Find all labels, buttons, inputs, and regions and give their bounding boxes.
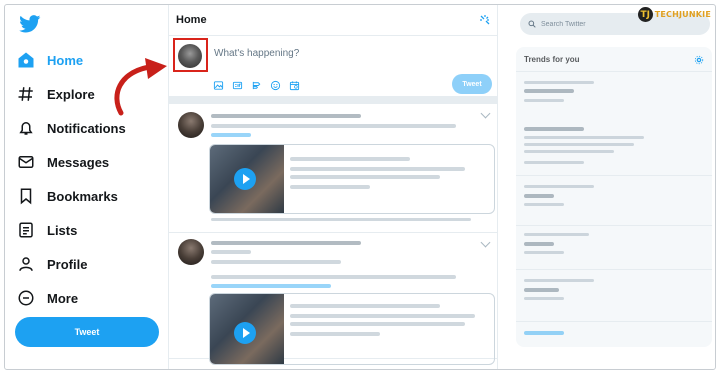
link-card[interactable] bbox=[209, 293, 495, 365]
sidebar-item-label: Home bbox=[47, 52, 84, 68]
tweet-text-line bbox=[211, 284, 331, 288]
trend-item[interactable] bbox=[516, 229, 712, 271]
show-more-link[interactable] bbox=[524, 331, 564, 335]
trend-item[interactable] bbox=[516, 73, 712, 115]
link-card[interactable] bbox=[209, 144, 495, 214]
compose-input[interactable]: What's happening? bbox=[214, 48, 299, 59]
techjunkie-logo: TJ TECHJUNKIE bbox=[637, 7, 711, 22]
chevron-down-icon[interactable] bbox=[480, 108, 491, 119]
divider bbox=[516, 269, 712, 270]
link-card-image bbox=[210, 294, 284, 364]
sidebar-item-home[interactable]: Home bbox=[17, 47, 83, 73]
more-icon bbox=[18, 290, 34, 306]
card-url-line bbox=[290, 332, 380, 336]
page-title: Home bbox=[176, 14, 207, 26]
divider bbox=[516, 71, 712, 72]
schedule-icon[interactable] bbox=[289, 80, 300, 91]
tweet-author-line bbox=[211, 241, 361, 245]
list-icon bbox=[19, 222, 33, 238]
play-icon[interactable] bbox=[234, 322, 256, 344]
poll-icon[interactable] bbox=[251, 80, 262, 91]
hashtag-icon bbox=[18, 87, 33, 101]
tweet-text-line bbox=[211, 124, 456, 128]
home-icon bbox=[18, 52, 34, 68]
tweet-text-line bbox=[211, 250, 251, 254]
logo-badge: TJ bbox=[637, 7, 653, 22]
trend-item[interactable] bbox=[516, 181, 712, 223]
search-icon bbox=[528, 20, 536, 28]
sidebar-item-label: More bbox=[47, 290, 79, 306]
user-icon bbox=[19, 257, 33, 271]
tweet-author-line bbox=[211, 114, 361, 118]
card-text-line bbox=[290, 314, 475, 318]
bell-icon bbox=[19, 122, 33, 135]
trends-title: Trends for you bbox=[524, 55, 580, 64]
sidebar-item-lists[interactable]: Lists bbox=[17, 217, 77, 243]
compose-box: What's happening? Tweet bbox=[169, 36, 497, 104]
tweet-item[interactable] bbox=[169, 233, 497, 365]
sidebar-item-notifications[interactable]: Notifications bbox=[17, 115, 126, 141]
sidebar-item-more[interactable]: More bbox=[17, 285, 78, 311]
sidebar-item-label: Explore bbox=[47, 86, 95, 102]
gear-icon[interactable] bbox=[694, 55, 704, 65]
logo-text: TECHJUNKIE bbox=[654, 10, 711, 19]
sidebar-item-label: Lists bbox=[47, 222, 78, 238]
avatar[interactable] bbox=[178, 112, 204, 138]
card-title-line bbox=[290, 157, 410, 161]
card-text-line bbox=[290, 167, 465, 171]
tweet-text-line bbox=[211, 275, 456, 279]
divider bbox=[516, 175, 712, 176]
sidebar-item-label: Profile bbox=[47, 256, 88, 272]
tweet-text-line bbox=[211, 133, 251, 137]
trends-panel: Trends for you bbox=[516, 47, 712, 347]
search-placeholder: Search Twitter bbox=[541, 20, 586, 28]
timeline-header: Home bbox=[169, 5, 497, 36]
emoji-icon[interactable] bbox=[270, 80, 281, 91]
avatar[interactable] bbox=[178, 239, 204, 265]
screenshot-frame: Home Explore Notifications Messages Book… bbox=[4, 4, 716, 370]
image-icon[interactable] bbox=[213, 80, 224, 91]
tweet-item[interactable] bbox=[169, 104, 497, 233]
right-sidebar: Search Twitter Trends for you bbox=[514, 5, 715, 369]
tweet-text-line bbox=[211, 260, 341, 264]
bookmark-icon bbox=[20, 188, 32, 205]
sidebar-item-messages[interactable]: Messages bbox=[17, 149, 109, 175]
card-text-line bbox=[290, 322, 465, 326]
card-title-line bbox=[290, 304, 440, 308]
sidebar-nav: Home Explore Notifications Messages Book… bbox=[5, 5, 167, 369]
divider bbox=[516, 225, 712, 226]
annotation-arrow-icon bbox=[114, 58, 167, 116]
compose-toolbar bbox=[213, 80, 300, 91]
main-timeline: Home What's happening? Tweet bbox=[168, 5, 498, 369]
mail-icon bbox=[18, 156, 34, 168]
sidebar-item-bookmarks[interactable]: Bookmarks bbox=[17, 183, 118, 209]
sparkle-icon[interactable] bbox=[479, 14, 491, 26]
play-icon[interactable] bbox=[234, 168, 256, 190]
tweet-actions-row bbox=[211, 218, 471, 221]
card-text-line bbox=[290, 175, 440, 179]
trend-item[interactable] bbox=[516, 123, 712, 179]
card-url-line bbox=[290, 185, 370, 189]
avatar-highlight-box bbox=[173, 38, 208, 72]
divider bbox=[516, 321, 712, 322]
compose-tweet-button[interactable]: Tweet bbox=[452, 74, 492, 94]
link-card-image bbox=[210, 145, 284, 213]
sidebar-item-profile[interactable]: Profile bbox=[17, 251, 87, 277]
twitter-bird-icon[interactable] bbox=[19, 15, 41, 33]
trend-item[interactable] bbox=[516, 273, 712, 315]
sidebar-item-label: Bookmarks bbox=[47, 188, 118, 204]
sidebar-item-label: Notifications bbox=[47, 120, 126, 136]
chevron-down-icon[interactable] bbox=[480, 237, 491, 248]
sidebar-item-explore[interactable]: Explore bbox=[17, 81, 95, 107]
gif-icon[interactable] bbox=[232, 80, 243, 91]
sidebar-item-label: Messages bbox=[47, 154, 110, 170]
tweet-button[interactable]: Tweet bbox=[15, 317, 159, 347]
